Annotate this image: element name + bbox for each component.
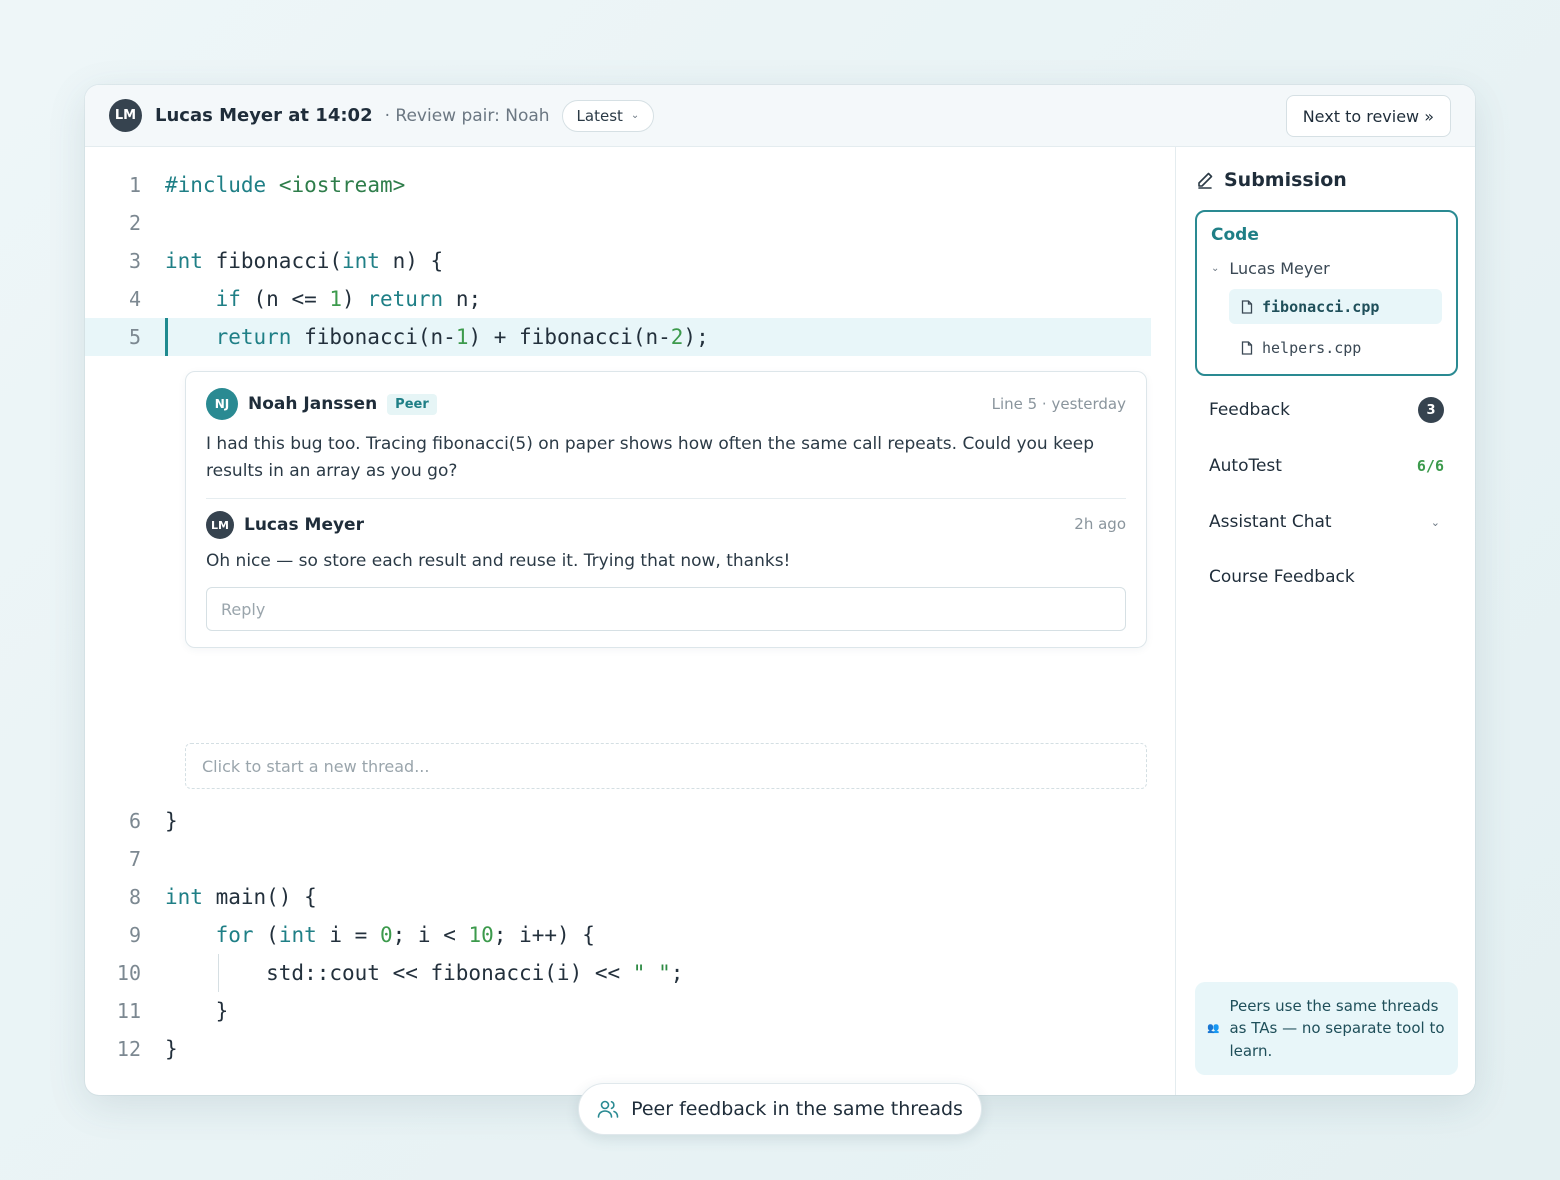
code-text: std::cout << fibonacci(i) << " "; [165, 961, 684, 985]
version-label: Latest [576, 106, 623, 125]
code-line[interactable]: 3 int fibonacci(int n) { [85, 242, 1151, 280]
line-number: 3 [128, 249, 141, 273]
file-helpers[interactable]: helpers.cpp [1229, 330, 1442, 365]
submission-sidebar: Submission Code ⌄ Lucas Meyer fibonacci.… [1175, 147, 1475, 1095]
code-text: int main() { [165, 885, 317, 909]
code-text: if (n <= 1) return n; [215, 287, 482, 311]
author-avatar: LM [109, 99, 142, 132]
sidebar-item-label: Assistant Chat [1209, 512, 1332, 532]
line-number: 10 [116, 961, 141, 985]
comment-meta: Line 5 · yesterday [991, 395, 1126, 413]
comment-text: I had this bug too. Tracing fibonacci(5)… [206, 434, 1095, 481]
line-number: 9 [128, 923, 141, 947]
review-pair: · Review pair: Noah [384, 105, 550, 126]
code-line[interactable]: 9 for (int i = 0; i < 10; i++) { [85, 916, 1151, 954]
sidebar-item-autotest[interactable]: AutoTest 6/6 [1209, 451, 1444, 481]
peer-tip: 👥 Peers use the same threads as TAs — no… [1195, 982, 1458, 1075]
app-window: LM Lucas Meyer at 14:02 · Review pair: N… [85, 85, 1475, 1095]
code-line[interactable]: 10 std::cout << fibonacci(i) << " "; [85, 954, 1151, 992]
autotest-score: 6/6 [1416, 457, 1444, 475]
sidebar-item-label: AutoTest [1209, 456, 1282, 476]
sidebar-item-label: Course Feedback [1209, 567, 1355, 587]
code-text: #include <iostream> [165, 173, 406, 197]
line-number: 4 [128, 287, 141, 311]
reply-input[interactable] [206, 587, 1126, 631]
code-editor: 1 #include <iostream> 2 3 int fibonacci(… [85, 147, 1175, 1095]
line-number: 8 [128, 885, 141, 909]
feature-pill-text: Peer feedback in the same threads [631, 1098, 963, 1120]
line-number: 7 [128, 847, 141, 871]
line-number: 12 [116, 1037, 141, 1061]
code-text: } [165, 809, 178, 833]
line-number: 1 [128, 173, 141, 197]
reply-text: Oh nice — so store each result and reuse… [206, 551, 791, 571]
comment-thread: NJ Noah Janssen Peer Line 5 · yesterday … [185, 371, 1147, 648]
code-text: } [165, 1037, 178, 1061]
chevron-down-icon: ⌄ [1211, 263, 1220, 274]
file-fibonacci[interactable]: fibonacci.cpp [1229, 289, 1442, 324]
code-line[interactable]: 8 int main() { [85, 878, 1151, 916]
chevron-down-icon: ⌄ [630, 110, 640, 121]
code-text: for (int i = 0; i < 10; i++) { [215, 923, 595, 947]
commenter-avatar: NJ [206, 388, 238, 420]
indent-guide [218, 954, 219, 992]
file-icon [1241, 340, 1253, 355]
code-section: Code ⌄ Lucas Meyer fibonacci.cpp helpers… [1195, 210, 1458, 376]
new-thread-input[interactable]: Click to start a new thread... [185, 743, 1147, 789]
sidebar-item-assistant-chat[interactable]: Assistant Chat ⌄ [1209, 507, 1444, 537]
line-number: 11 [116, 999, 141, 1023]
code-line[interactable]: 4 if (n <= 1) return n; [85, 280, 1151, 318]
reply-header: LM Lucas Meyer [206, 511, 364, 539]
code-line[interactable]: 12 } [85, 1030, 1151, 1068]
code-line[interactable]: 1 #include <iostream> [85, 166, 1151, 204]
commenter-name: Noah Janssen [248, 394, 378, 414]
code-line[interactable]: 6 } [85, 802, 1151, 840]
code-section-label[interactable]: Code [1211, 225, 1259, 245]
review-header: LM Lucas Meyer at 14:02 · Review pair: N… [85, 85, 1475, 147]
tree-folder-user[interactable]: ⌄ Lucas Meyer [1211, 259, 1330, 278]
line-number: 2 [128, 211, 141, 235]
sidebar-title: Submission [1196, 169, 1347, 191]
reply-avatar: LM [206, 511, 234, 539]
peer-badge: Peer [387, 393, 437, 415]
version-dropdown[interactable]: Latest ⌄ [561, 99, 655, 132]
pencil-icon [1198, 172, 1213, 189]
sidebar-item-course-feedback[interactable]: Course Feedback [1209, 562, 1444, 592]
sidebar-title-text: Submission [1224, 169, 1347, 191]
feedback-count-badge: 3 [1418, 397, 1444, 423]
code-line-highlighted[interactable]: 5 return fibonacci(n-1) + fibonacci(n-2)… [85, 318, 1151, 356]
code-text: return fibonacci(n-1) + fibonacci(n-2); [215, 325, 709, 349]
sidebar-item-feedback[interactable]: Feedback 3 [1209, 395, 1444, 425]
file-name: fibonacci.cpp [1262, 297, 1380, 316]
file-icon [1241, 299, 1253, 314]
tip-text: Peers use the same threads as TAs — no s… [1229, 996, 1445, 1060]
tree-folder-label: Lucas Meyer [1229, 259, 1330, 278]
sidebar-item-label: Feedback [1209, 400, 1290, 420]
reply-meta: 2h ago [1074, 515, 1126, 533]
code-text: int fibonacci(int n) { [165, 249, 444, 273]
comment-divider [206, 498, 1126, 499]
users-icon [597, 1100, 619, 1118]
feature-pill: Peer feedback in the same threads [578, 1083, 982, 1135]
file-name: helpers.cpp [1262, 338, 1362, 357]
code-line[interactable]: 2 [85, 204, 1151, 242]
comment-header: NJ Noah Janssen Peer [206, 388, 437, 420]
next-to-review-button[interactable]: Next to review » [1285, 95, 1451, 137]
code-line[interactable]: 11 } [85, 992, 1151, 1030]
code-line[interactable]: 7 [85, 840, 1151, 878]
users-icon: 👥 [1207, 1023, 1220, 1034]
reply-author: Lucas Meyer [244, 515, 364, 535]
line-number: 5 [128, 325, 141, 349]
code-text: } [165, 999, 229, 1023]
author-time: Lucas Meyer at 14:02 [155, 105, 373, 126]
chevron-down-icon: ⌄ [1430, 515, 1440, 529]
line-number: 6 [128, 809, 141, 833]
